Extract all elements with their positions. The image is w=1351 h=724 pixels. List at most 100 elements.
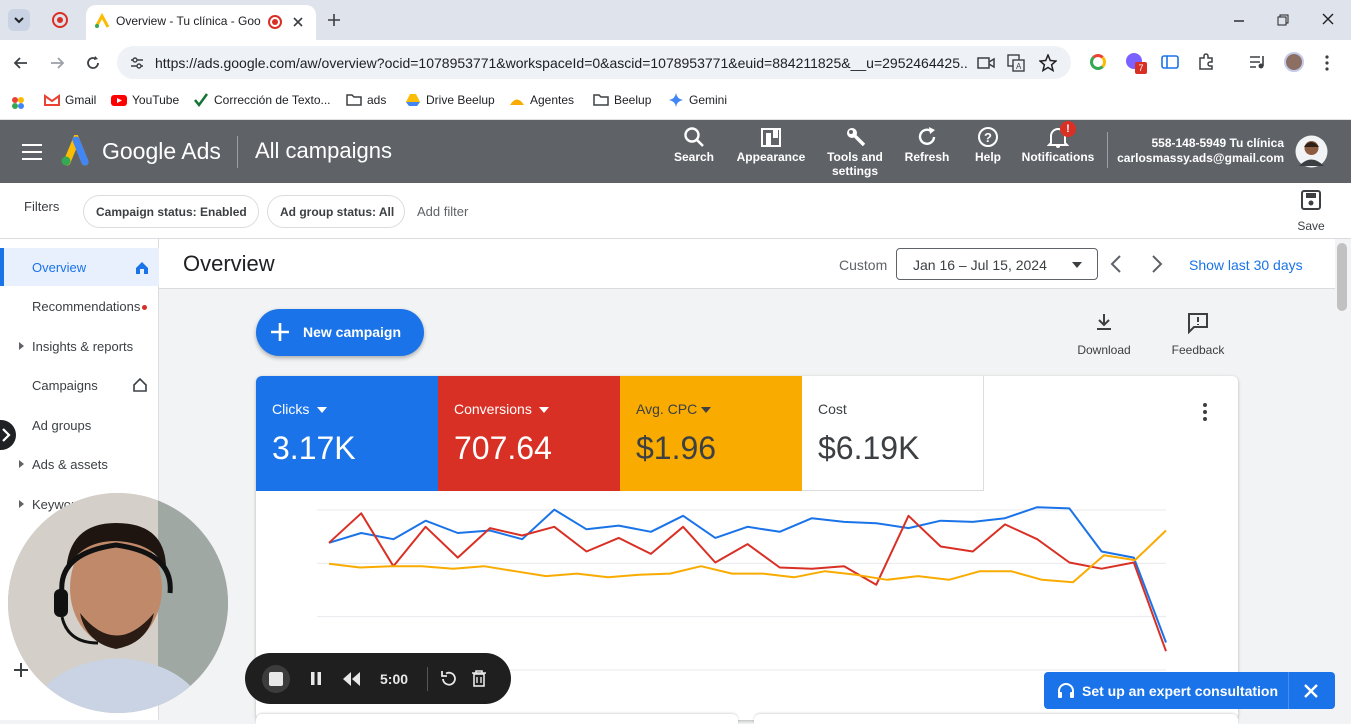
sidebar-item-overview[interactable]: Overview — [0, 248, 159, 286]
refresh-icon — [918, 127, 936, 145]
bookmark-youtube[interactable]: YouTube — [111, 92, 179, 108]
site-settings-icon[interactable] — [129, 55, 145, 71]
chart-line-conversions — [328, 512, 1167, 652]
range-type-label: Custom — [839, 257, 888, 273]
page-context[interactable]: All campaigns — [255, 138, 392, 164]
feedback-button[interactable]: Feedback — [1166, 312, 1230, 357]
apps-icon[interactable] — [10, 95, 26, 111]
active-tab[interactable]: Overview - Tu clínica - Goo — [86, 5, 316, 40]
minimize-icon[interactable] — [1232, 13, 1246, 27]
next-period-icon[interactable] — [1150, 254, 1164, 274]
more-vert-icon[interactable] — [1200, 402, 1210, 422]
metric-label: Avg. CPC — [636, 401, 698, 417]
dropdown-arrow-icon — [539, 407, 549, 413]
metric-avg-cpc[interactable]: Avg. CPC $1.96 — [620, 376, 802, 491]
account-avatar-icon[interactable] — [1295, 135, 1328, 168]
date-range-select[interactable]: Jan 16 – Jul 15, 2024 — [896, 248, 1098, 280]
google-ads-favicon — [94, 13, 110, 28]
account-info[interactable]: 558-148-5949 Tu clínica carlosmassy.ads@… — [1114, 136, 1284, 166]
forward-arrow-icon[interactable] — [48, 54, 66, 72]
hamburger-menu-icon[interactable] — [21, 143, 43, 161]
extensions-puzzle-icon[interactable] — [1197, 53, 1215, 71]
rewind-icon[interactable] — [342, 671, 362, 687]
pause-icon[interactable] — [309, 671, 323, 687]
save-icon — [1301, 190, 1321, 210]
filter-chip-campaign-status[interactable]: Campaign status: Enabled — [83, 195, 259, 228]
bookmark-ads[interactable]: ads — [346, 92, 386, 108]
date-range-value: Jan 16 – Jul 15, 2024 — [913, 257, 1047, 273]
close-tab-icon[interactable] — [292, 16, 304, 28]
media-control-icon[interactable] — [1249, 54, 1267, 70]
bookmark-gemini[interactable]: Gemini — [668, 92, 727, 108]
metric-label: Clicks — [272, 401, 310, 417]
sidebar-item-insights-reports[interactable]: Insights & reports — [0, 327, 159, 365]
save-button[interactable]: Save — [1294, 190, 1328, 233]
address-toolbar: https://ads.google.com/aw/overview?ocid=… — [0, 40, 1351, 86]
sidebar-item-ad-groups[interactable]: Ad groups — [0, 406, 159, 444]
bookmark-label: Gemini — [689, 93, 728, 107]
sidebar-item-ads-assets[interactable]: Ads & assets — [0, 445, 159, 483]
dropdown-arrow-icon — [1072, 262, 1082, 268]
sidebar-item-campaigns[interactable]: Campaigns — [0, 366, 159, 404]
notifications-button[interactable]: Notifications ! — [1019, 121, 1097, 164]
sidebar-item-label: Overview — [32, 260, 87, 275]
new-campaign-label: New campaign — [303, 324, 402, 340]
folder-icon — [593, 94, 609, 106]
page-scrollbar[interactable] — [1335, 239, 1351, 720]
chevron-down-icon — [14, 17, 24, 24]
stop-recording-button[interactable] — [262, 665, 290, 693]
add-filter-button[interactable]: Add filter — [417, 204, 468, 219]
appearance-button[interactable]: Appearance — [735, 126, 807, 164]
browser-tab-bar: Overview - Tu clínica - Goo — [0, 0, 1351, 40]
new-campaign-button[interactable]: New campaign — [256, 309, 424, 356]
delete-icon[interactable] — [471, 669, 487, 687]
bookmark-star-icon[interactable] — [1039, 54, 1057, 72]
dropdown-arrow-icon — [317, 407, 327, 413]
restart-icon[interactable] — [439, 670, 457, 688]
close-window-icon[interactable] — [1321, 12, 1335, 26]
camera-icon[interactable] — [977, 55, 995, 71]
metric-clicks[interactable]: Clicks 3.17K — [256, 376, 438, 491]
omnibox[interactable]: https://ads.google.com/aw/overview?ocid=… — [117, 46, 1071, 79]
reload-icon[interactable] — [84, 54, 102, 72]
record-tab-icon[interactable] — [52, 12, 68, 28]
account-email: carlosmassy.ads@gmail.com — [1117, 151, 1284, 165]
previous-period-icon[interactable] — [1109, 254, 1123, 274]
tab-manager-icon[interactable] — [1161, 54, 1179, 70]
overview-bar: Overview Custom Jan 16 – Jul 15, 2024 Sh… — [159, 239, 1335, 289]
bookmark-correccion[interactable]: Corrección de Texto... — [193, 92, 331, 108]
tools-button[interactable]: Tools and settings — [820, 126, 890, 178]
appearance-label: Appearance — [736, 150, 806, 164]
bookmark-beelup[interactable]: Beelup — [593, 92, 651, 108]
bookmark-gmail[interactable]: Gmail — [44, 92, 96, 108]
more-vert-icon[interactable] — [1322, 54, 1332, 72]
translate-icon[interactable]: A — [1007, 54, 1025, 72]
consultation-link[interactable]: Set up an expert consultation — [1082, 683, 1278, 699]
show-last-30-days-link[interactable]: Show last 30 days — [1189, 257, 1303, 273]
filter-chip-ad-group-status[interactable]: Ad group status: All — [267, 195, 405, 228]
search-label: Search — [673, 150, 715, 164]
consultation-divider — [1288, 672, 1289, 709]
help-button[interactable]: ? Help — [966, 126, 1010, 164]
metric-conversions[interactable]: Conversions 707.64 — [438, 376, 620, 491]
profile-avatar[interactable] — [1284, 52, 1304, 72]
back-arrow-icon[interactable] — [12, 54, 30, 72]
tab-search-button[interactable] — [8, 9, 30, 31]
metric-cost[interactable]: Cost $6.19K — [802, 376, 984, 491]
close-icon[interactable] — [1303, 683, 1319, 699]
search-button[interactable]: Search — [666, 126, 722, 164]
expand-arrow-icon — [19, 500, 24, 508]
bookmark-agentes[interactable]: Agentes — [509, 92, 574, 108]
refresh-button[interactable]: Refresh — [900, 126, 954, 164]
scrollbar-thumb[interactable] — [1337, 243, 1347, 311]
restore-icon[interactable] — [1276, 13, 1290, 27]
presenter-portrait-image — [8, 493, 228, 713]
extension-badge-count: 7 — [1135, 62, 1147, 74]
download-button[interactable]: Download — [1072, 312, 1136, 357]
color-extension-icon[interactable] — [1090, 54, 1106, 70]
collapse-sidebar-button[interactable] — [0, 420, 16, 450]
header-divider-2 — [1107, 132, 1108, 168]
new-tab-icon[interactable] — [326, 12, 342, 28]
sidebar-item-recommendations[interactable]: Recommendations — [0, 287, 159, 325]
bookmark-drive-beelup[interactable]: Drive Beelup — [405, 92, 495, 108]
